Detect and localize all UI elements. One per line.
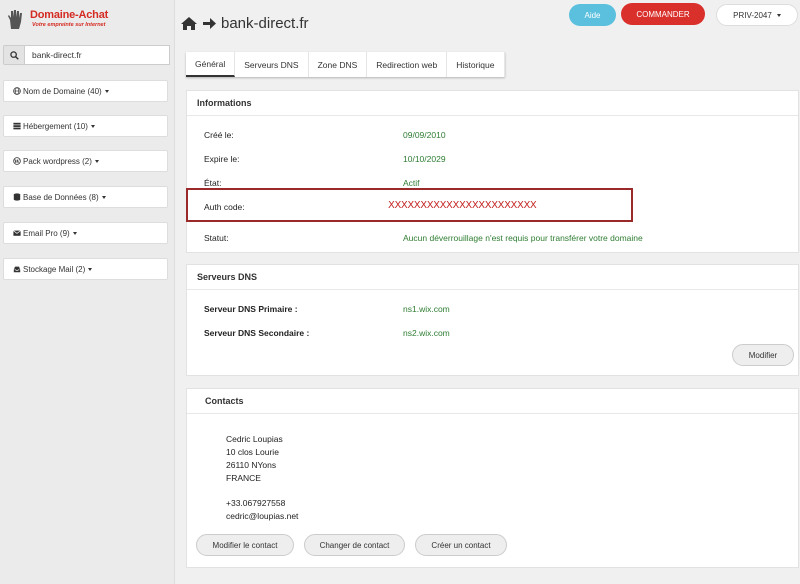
globe-icon xyxy=(12,87,21,96)
sidebar-item-base-de-donnees[interactable]: Base de Données (8) xyxy=(3,186,168,208)
informations-panel: Informations xyxy=(186,90,799,253)
expires-label: Expire le: xyxy=(204,154,240,164)
sidebar-item-label: Hébergement (10) xyxy=(23,121,88,131)
state-value: Actif xyxy=(403,178,420,188)
svg-text:W: W xyxy=(13,159,20,165)
dns-primary-label: Serveur DNS Primaire : xyxy=(204,304,298,314)
contact-email: cedric@loupias.net xyxy=(226,511,299,521)
server-icon xyxy=(12,122,21,131)
tab-zone-dns[interactable]: Zone DNS xyxy=(309,52,368,77)
caret-down-icon xyxy=(94,159,99,163)
status-label: Statut: xyxy=(204,233,229,243)
arrow-right-icon xyxy=(203,17,216,29)
search-icon xyxy=(9,50,19,60)
caret-down-icon xyxy=(72,231,77,235)
sidebar: Domaine-Achat Votre empreinte sur Intern… xyxy=(0,0,175,584)
domain-tabs: Général Serveurs DNS Zone DNS Redirectio… xyxy=(186,52,505,77)
domain-title: bank-direct.fr xyxy=(221,14,309,32)
hand-logo-icon xyxy=(8,10,22,29)
contact-phone: +33.067927558 xyxy=(226,498,286,508)
search-input[interactable]: bank-direct.fr xyxy=(25,45,170,65)
contact-address-line1: 10 clos Lourie xyxy=(226,447,279,457)
envelope-icon xyxy=(12,229,21,238)
domain-search: bank-direct.fr xyxy=(3,45,170,65)
search-button[interactable] xyxy=(3,45,25,65)
state-label: État: xyxy=(204,178,222,188)
dns-panel: Serveurs DNS xyxy=(186,264,799,376)
sidebar-item-nom-de-domaine[interactable]: Nom de Domaine (40) xyxy=(3,80,168,102)
sidebar-item-label: Base de Données (8) xyxy=(23,192,99,202)
expires-value: 10/10/2029 xyxy=(403,154,446,164)
home-icon[interactable] xyxy=(180,16,198,31)
dns-heading: Serveurs DNS xyxy=(187,265,798,290)
commander-button[interactable]: COMMANDER xyxy=(621,3,705,25)
sidebar-item-hebergement[interactable]: Hébergement (10) xyxy=(3,115,168,137)
dns-primary-value: ns1.wix.com xyxy=(403,304,450,314)
page-title: bank-direct.fr xyxy=(180,12,309,34)
wordpress-icon: W xyxy=(12,157,21,166)
caret-down-icon xyxy=(101,195,106,199)
caret-down-icon xyxy=(776,13,781,17)
informations-heading: Informations xyxy=(187,91,798,116)
contact-name: Cedric Loupias xyxy=(226,434,283,444)
account-dropdown[interactable]: PRIV-2047 xyxy=(716,4,798,26)
created-value: 09/09/2010 xyxy=(403,130,446,140)
modify-dns-button[interactable]: Modifier xyxy=(732,344,794,366)
status-value: Aucun déverrouillage n'est requis pour t… xyxy=(403,233,643,243)
sidebar-item-stockage-mail[interactable]: Stockage Mail (2) xyxy=(3,258,168,280)
change-contact-button[interactable]: Changer de contact xyxy=(304,534,405,556)
tab-redirection-web[interactable]: Redirection web xyxy=(367,52,448,77)
database-icon xyxy=(12,193,21,202)
account-label: PRIV-2047 xyxy=(733,10,772,20)
sidebar-item-label: Nom de Domaine (40) xyxy=(23,86,102,96)
contact-country: FRANCE xyxy=(226,473,261,483)
create-contact-button[interactable]: Créer un contact xyxy=(415,534,507,556)
aide-button[interactable]: Aide xyxy=(569,4,616,26)
sidebar-item-pack-wordpress[interactable]: W Pack wordpress (2) xyxy=(3,150,168,172)
caret-down-icon xyxy=(90,124,95,128)
brand-subtitle: Votre empreinte sur Internet xyxy=(32,22,106,28)
inbox-icon xyxy=(12,265,21,274)
tab-serveurs-dns[interactable]: Serveurs DNS xyxy=(235,52,309,77)
tab-general[interactable]: Général xyxy=(186,52,236,77)
sidebar-item-label: Pack wordpress (2) xyxy=(23,156,92,166)
contacts-heading: Contacts xyxy=(187,389,798,414)
modify-contact-button[interactable]: Modifier le contact xyxy=(196,534,294,556)
dns-secondary-value: ns2.wix.com xyxy=(403,328,450,338)
tab-historique[interactable]: Historique xyxy=(447,52,505,77)
created-label: Créé le: xyxy=(204,130,234,140)
caret-down-icon xyxy=(104,89,109,93)
caret-down-icon xyxy=(88,267,93,271)
sidebar-item-email-pro[interactable]: Email Pro (9) xyxy=(3,222,168,244)
brand-title: Domaine-Achat xyxy=(30,9,109,21)
contact-address-line2: 26110 NYons xyxy=(226,460,277,470)
logo[interactable]: Domaine-Achat Votre empreinte sur Intern… xyxy=(4,6,174,30)
auth-code-label: Auth code: xyxy=(204,202,245,212)
dns-secondary-label: Serveur DNS Secondaire : xyxy=(204,328,310,338)
sidebar-item-label: Email Pro (9) xyxy=(23,228,70,238)
auth-code-redacted: XXXXXXXXXXXXXXXXXXXXXXX xyxy=(388,200,537,211)
sidebar-item-label: Stockage Mail (2) xyxy=(23,264,86,274)
